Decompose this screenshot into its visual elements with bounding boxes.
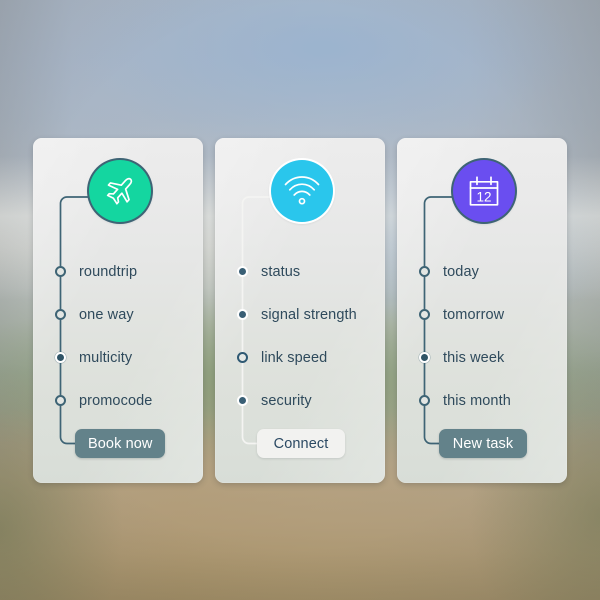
option-label: link speed [261, 349, 328, 366]
option-row[interactable]: this week [397, 336, 567, 379]
card-row: roundtrip one way multicity promocode Book n… [33, 138, 567, 483]
card-wifi: status signal strength link speed security C… [215, 138, 385, 483]
option-dot-selected[interactable] [419, 352, 430, 363]
option-list: status signal strength link speed security [215, 250, 385, 422]
option-label: security [261, 392, 312, 409]
option-label: promocode [79, 392, 153, 409]
option-label: status [261, 263, 301, 280]
option-dot[interactable] [55, 266, 66, 277]
option-row[interactable]: security [215, 379, 385, 422]
option-dot[interactable] [55, 395, 66, 406]
option-dot[interactable] [419, 395, 430, 406]
calendar-icon-badge[interactable]: 12 [453, 160, 515, 222]
option-dot[interactable] [55, 309, 66, 320]
option-label: signal strength [261, 306, 357, 323]
option-label: one way [79, 306, 134, 323]
option-row[interactable]: tomorrow [397, 293, 567, 336]
option-dot[interactable] [419, 266, 430, 277]
option-row[interactable]: status [215, 250, 385, 293]
option-dot-selected[interactable] [237, 352, 248, 363]
option-row[interactable]: roundtrip [33, 250, 203, 293]
option-dot[interactable] [237, 266, 248, 277]
option-row[interactable]: today [397, 250, 567, 293]
option-label: this week [443, 349, 505, 366]
option-label: tomorrow [443, 306, 505, 323]
option-row[interactable]: one way [33, 293, 203, 336]
action-button-wifi[interactable]: Connect [257, 429, 345, 458]
option-label: this month [443, 392, 511, 409]
wifi-icon-glyph [284, 176, 320, 205]
option-row[interactable]: link speed [215, 336, 385, 379]
card-flights: roundtrip one way multicity promocode Book n… [33, 138, 203, 483]
option-label: roundtrip [79, 263, 138, 280]
option-row[interactable]: this month [397, 379, 567, 422]
option-row[interactable]: promocode [33, 379, 203, 422]
action-button-calendar[interactable]: New task [439, 429, 527, 458]
option-dot[interactable] [237, 309, 248, 320]
airplane-icon-glyph [106, 177, 133, 205]
screen: roundtrip one way multicity promocode Book n… [0, 0, 600, 600]
airplane-icon-badge[interactable] [89, 160, 151, 222]
option-row[interactable]: signal strength [215, 293, 385, 336]
option-dot[interactable] [419, 309, 430, 320]
calendar-icon-glyph: 12 [469, 176, 499, 206]
action-button-flights[interactable]: Book now [75, 429, 166, 458]
wifi-icon-badge[interactable] [271, 160, 333, 222]
option-list: today tomorrow this week this month [397, 250, 567, 422]
option-row[interactable]: multicity [33, 336, 203, 379]
option-dot[interactable] [237, 395, 248, 406]
card-calendar: 12 today tomorrow this week this month New ta… [397, 138, 567, 483]
option-dot-selected[interactable] [55, 352, 66, 363]
option-label: multicity [79, 349, 133, 366]
svg-text:12: 12 [476, 189, 491, 204]
option-label: today [443, 263, 479, 280]
option-list: roundtrip one way multicity promocode [33, 250, 203, 422]
